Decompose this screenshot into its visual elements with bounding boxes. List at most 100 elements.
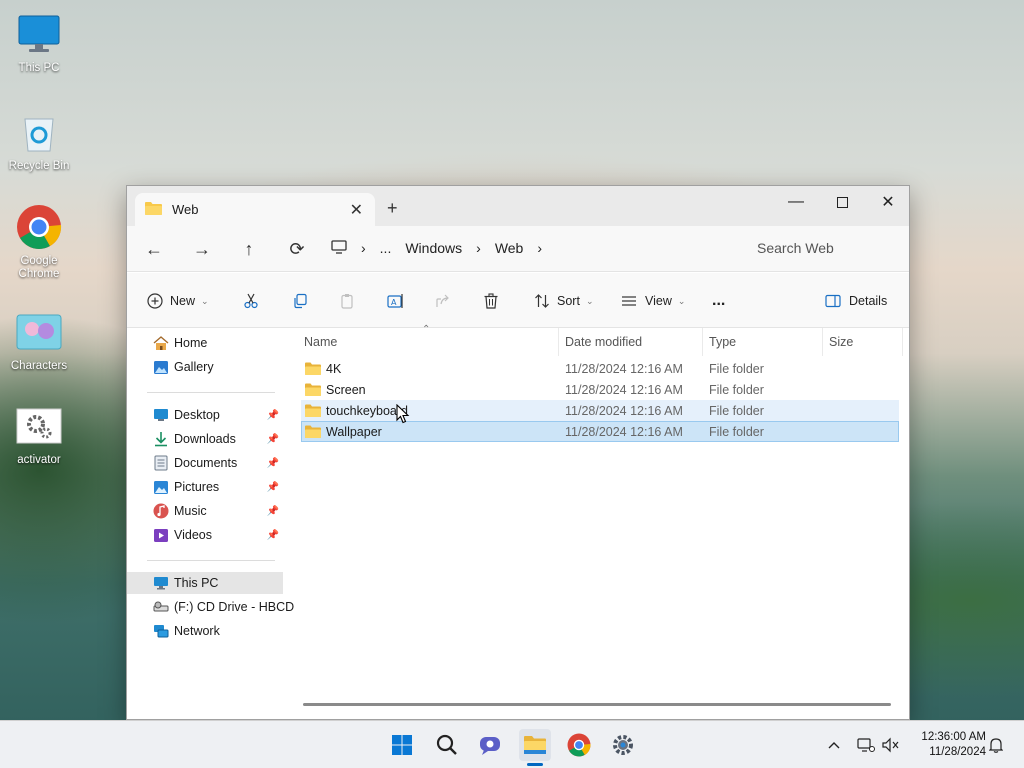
chevron-down-icon: ⌄ bbox=[677, 295, 686, 306]
view-button[interactable]: View ⌄ bbox=[621, 290, 685, 312]
file-row[interactable]: Screen 11/28/2024 12:16 AM File folder bbox=[301, 379, 899, 400]
breadcrumb[interactable]: › ... Windows › Web › bbox=[331, 233, 727, 263]
nav-item-pictures[interactable]: Pictures 📌 bbox=[127, 476, 283, 498]
horizontal-scrollbar[interactable] bbox=[303, 703, 891, 706]
nav-item-home[interactable]: Home bbox=[127, 332, 283, 354]
nav-item-documents[interactable]: Documents 📌 bbox=[127, 452, 283, 474]
notification-bell-icon[interactable] bbox=[986, 735, 1006, 755]
desktop-icon-activator[interactable]: activator bbox=[2, 402, 76, 467]
file-date: 11/28/2024 12:16 AM bbox=[565, 382, 683, 397]
chrome-icon bbox=[15, 203, 63, 251]
nav-label: Downloads bbox=[174, 432, 236, 446]
column-label: Type bbox=[709, 335, 737, 349]
search-input[interactable]: Search Web bbox=[745, 233, 905, 263]
volume-muted-icon[interactable] bbox=[881, 735, 901, 755]
refresh-icon[interactable]: ⟳ bbox=[283, 236, 311, 262]
search-icon[interactable] bbox=[431, 729, 463, 761]
settings-gear-icon[interactable] bbox=[607, 729, 639, 761]
nav-separator bbox=[147, 560, 275, 561]
system-clock[interactable]: 12:36:00 AM 11/28/2024 bbox=[906, 730, 986, 760]
copy-icon bbox=[292, 293, 308, 309]
close-tab-icon[interactable]: ✕ bbox=[350, 200, 363, 220]
pin-icon: 📌 bbox=[266, 481, 279, 493]
nav-item-this-pc[interactable]: This PC bbox=[127, 572, 283, 594]
chevron-right-icon: › bbox=[537, 240, 543, 256]
file-explorer-taskbar-icon[interactable] bbox=[519, 729, 551, 761]
breadcrumb-overflow[interactable]: ... bbox=[380, 240, 392, 256]
forward-arrow-icon[interactable]: → bbox=[188, 236, 216, 262]
title-bar: Web ✕ + — ✕ bbox=[127, 186, 909, 226]
details-button[interactable]: Details bbox=[825, 290, 887, 312]
trash-icon bbox=[483, 293, 499, 309]
nav-label: Desktop bbox=[174, 408, 220, 422]
file-date: 11/28/2024 12:16 AM bbox=[565, 424, 683, 439]
nav-item-downloads[interactable]: Downloads 📌 bbox=[127, 428, 283, 450]
show-hidden-icons-chevron-icon[interactable] bbox=[824, 735, 844, 755]
close-window-button[interactable]: ✕ bbox=[865, 188, 909, 216]
copy-button[interactable] bbox=[292, 290, 308, 312]
file-row[interactable]: 4K 11/28/2024 12:16 AM File folder bbox=[301, 358, 899, 379]
search-placeholder: Search Web bbox=[757, 240, 834, 256]
start-windows-icon[interactable] bbox=[386, 729, 418, 761]
nav-item-gallery[interactable]: Gallery bbox=[127, 356, 283, 378]
tab-web[interactable]: Web ✕ bbox=[135, 193, 375, 226]
gear-icon bbox=[15, 402, 63, 450]
sort-icon bbox=[534, 293, 550, 309]
column-header-name[interactable]: Name bbox=[298, 328, 559, 356]
network-tray-icon[interactable] bbox=[856, 735, 876, 755]
folder-icon bbox=[145, 201, 162, 218]
command-bar: New ⌄ A Sort ⌄ View ⌄ ... Details bbox=[127, 273, 909, 328]
nav-item-desktop[interactable]: Desktop 📌 bbox=[127, 404, 283, 426]
more-options-button[interactable]: ... bbox=[712, 290, 725, 312]
desktop-icon-chrome[interactable]: Google Chrome bbox=[2, 203, 76, 281]
music-icon bbox=[153, 503, 169, 519]
file-name: Wallpaper bbox=[326, 424, 382, 439]
nav-item-network[interactable]: Network bbox=[127, 620, 283, 642]
file-row-hovered[interactable]: touchkeyboard 11/28/2024 12:16 AM File f… bbox=[301, 400, 899, 421]
cd-drive-icon bbox=[153, 599, 169, 615]
desktop-icon-this-pc[interactable]: This PC bbox=[2, 10, 76, 75]
desktop-icon-characters[interactable]: Characters bbox=[2, 308, 76, 373]
file-row-selected[interactable]: Wallpaper 11/28/2024 12:16 AM File folde… bbox=[301, 421, 899, 442]
nav-item-music[interactable]: Music 📌 bbox=[127, 500, 283, 522]
chrome-icon[interactable] bbox=[563, 729, 595, 761]
breadcrumb-windows[interactable]: Windows bbox=[405, 240, 462, 256]
column-header-size[interactable]: Size bbox=[823, 328, 903, 356]
paste-button[interactable] bbox=[339, 290, 355, 312]
file-type: File folder bbox=[709, 403, 764, 418]
nav-label: Home bbox=[174, 336, 208, 350]
monitor-icon bbox=[15, 10, 63, 58]
minimize-button[interactable]: — bbox=[773, 188, 819, 216]
column-label: Size bbox=[829, 335, 854, 349]
column-header-type[interactable]: Type bbox=[703, 328, 823, 356]
desktop-icon-recycle-bin[interactable]: Recycle Bin bbox=[2, 108, 76, 173]
computer-icon bbox=[331, 239, 347, 257]
column-header-date[interactable]: Date modified bbox=[559, 328, 703, 356]
characters-icon bbox=[15, 308, 63, 356]
clipboard-icon bbox=[339, 293, 355, 309]
network-icon bbox=[153, 623, 169, 639]
nav-item-videos[interactable]: Videos 📌 bbox=[127, 524, 283, 546]
folder-icon bbox=[305, 383, 321, 396]
sort-button[interactable]: Sort ⌄ bbox=[534, 290, 593, 312]
gallery-icon bbox=[153, 359, 169, 375]
share-button[interactable] bbox=[435, 290, 451, 312]
maximize-button[interactable] bbox=[819, 188, 865, 216]
rename-button[interactable]: A bbox=[387, 290, 404, 312]
breadcrumb-web[interactable]: Web bbox=[495, 240, 524, 256]
up-arrow-icon[interactable]: ↑ bbox=[235, 236, 263, 262]
nav-label: (F:) CD Drive - HBCD bbox=[174, 600, 295, 614]
desktop-icon-label: This PC bbox=[18, 62, 60, 74]
nav-label: This PC bbox=[174, 576, 219, 590]
file-date: 11/28/2024 12:16 AM bbox=[565, 361, 683, 376]
cut-button[interactable] bbox=[243, 290, 259, 312]
pin-icon: 📌 bbox=[266, 505, 279, 517]
chat-icon[interactable] bbox=[474, 729, 506, 761]
back-arrow-icon[interactable]: ← bbox=[140, 236, 168, 262]
new-button[interactable]: New ⌄ bbox=[147, 290, 209, 312]
delete-button[interactable] bbox=[483, 290, 499, 312]
nav-item-cd-drive[interactable]: (F:) CD Drive - HBCD bbox=[127, 596, 294, 618]
clock-time: 12:36:00 AM bbox=[921, 731, 986, 743]
new-tab-button[interactable]: + bbox=[387, 198, 398, 219]
desktop-icon-label: activator bbox=[17, 454, 61, 466]
